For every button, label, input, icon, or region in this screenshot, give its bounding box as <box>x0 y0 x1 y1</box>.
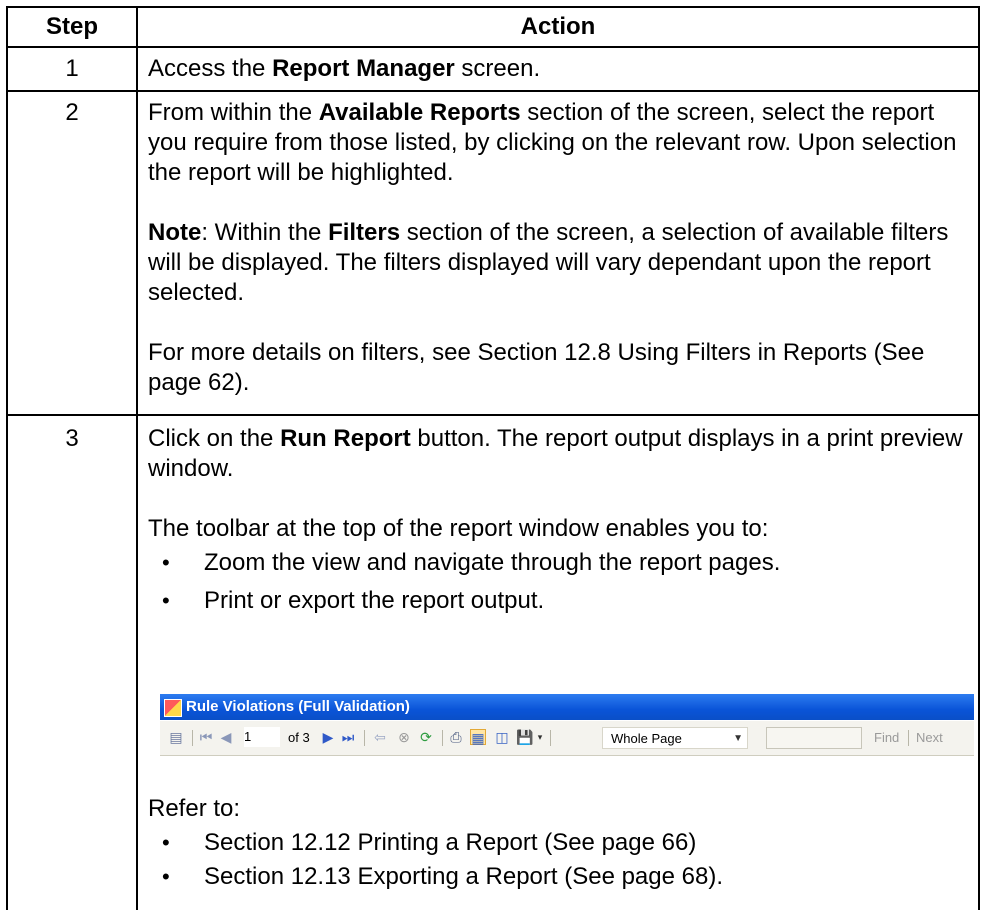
separator <box>364 730 365 746</box>
list-item: Print or export the report output. <box>148 586 974 616</box>
refresh-icon[interactable]: ⟳ <box>418 729 434 745</box>
export-icon[interactable]: 💾 <box>516 729 533 745</box>
page-number-input[interactable]: 1 <box>244 727 280 747</box>
window-title-bar: Rule Violations (Full Validation) <box>160 694 974 720</box>
last-page-icon[interactable]: ⏭ <box>340 729 356 745</box>
step-action-text: From within the Available Reports sectio… <box>148 98 974 398</box>
step-action-text: Access the Report Manager screen. <box>148 54 974 84</box>
table-row-divider <box>6 414 980 416</box>
print-layout-icon[interactable]: ▦ <box>470 729 486 746</box>
bullet-list: Zoom the view and navigate through the r… <box>148 548 974 616</box>
list-item: Section 12.13 Exporting a Report (See pa… <box>148 862 974 892</box>
app-icon <box>164 699 182 717</box>
back-icon[interactable]: ⇦ <box>372 729 388 745</box>
find-button[interactable]: Find <box>874 729 899 747</box>
window-title: Rule Violations (Full Validation) <box>186 698 410 715</box>
refer-section: Refer to: Section 12.12 Printing a Repor… <box>148 794 974 892</box>
paragraph: From within the Available Reports sectio… <box>148 98 974 188</box>
first-page-icon[interactable]: ⏮ <box>198 729 214 745</box>
chevron-down-icon[interactable]: ▾ <box>532 729 548 745</box>
note-paragraph: Note: Within the Filters section of the … <box>148 218 974 308</box>
paragraph: The toolbar at the top of the report win… <box>148 515 769 542</box>
print-icon[interactable]: ⎙ <box>448 729 464 745</box>
step-number: 1 <box>65 55 79 82</box>
separator <box>442 730 443 746</box>
table-column-divider <box>136 6 138 910</box>
ui-term: Report Manager <box>272 55 455 82</box>
paragraph: For more details on filters, see Section… <box>148 339 925 396</box>
step-number: 3 <box>65 425 79 452</box>
previous-page-icon[interactable]: ◀ <box>218 729 234 745</box>
step-number: 2 <box>65 99 79 126</box>
text: : Within the <box>201 219 329 246</box>
zoom-value: Whole Page <box>611 731 682 746</box>
refer-label: Refer to: <box>148 795 241 822</box>
text: Access the <box>148 55 273 82</box>
ui-term: Filters <box>328 219 401 246</box>
report-toolbar: ▤ ⏮ ◀ 1 of 3 ▶ ⏭ ⇦ ⊗ ⟳ ⎙ ▦ ◫ 💾 ▾ Whole P… <box>160 721 974 756</box>
list-item: Section 12.12 Printing a Report (See pag… <box>148 828 974 858</box>
page-setup-icon[interactable]: ◫ <box>494 729 510 745</box>
text: Click on the <box>148 425 281 452</box>
text: screen. <box>454 55 541 82</box>
text: From within the <box>148 99 319 126</box>
stop-icon[interactable]: ⊗ <box>396 729 412 745</box>
column-header-step: Step <box>45 13 98 40</box>
separator <box>550 730 551 746</box>
find-input[interactable] <box>766 727 862 749</box>
table-border-left <box>6 6 8 910</box>
page-count-label: of 3 <box>288 730 310 745</box>
table-header-divider <box>6 46 980 48</box>
table-row-divider <box>6 90 980 92</box>
document-map-icon[interactable]: ▤ <box>168 729 184 745</box>
note-label: Note <box>148 219 202 246</box>
step-action-text: Click on the Run Report button. The repo… <box>148 424 974 616</box>
ui-term: Run Report <box>280 425 411 452</box>
next-button[interactable]: Next <box>916 729 943 747</box>
list-item: Zoom the view and navigate through the r… <box>148 548 974 578</box>
report-window-screenshot: Rule Violations (Full Validation) ▤ ⏮ ◀ … <box>160 694 974 762</box>
paragraph: Click on the Run Report button. The repo… <box>148 424 974 484</box>
document-page: Step Action 1 Access the Report Manager … <box>0 0 986 910</box>
refer-list: Section 12.12 Printing a Report (See pag… <box>148 828 974 892</box>
ui-term: Available Reports <box>318 99 521 126</box>
table-border-top <box>6 6 980 8</box>
separator <box>908 730 909 746</box>
zoom-select[interactable]: Whole Page ▼ <box>602 727 748 749</box>
separator <box>192 730 193 746</box>
column-header-action: Action <box>520 13 596 40</box>
next-page-icon[interactable]: ▶ <box>320 729 336 745</box>
chevron-down-icon: ▼ <box>733 733 743 744</box>
table-border-right <box>978 6 980 910</box>
